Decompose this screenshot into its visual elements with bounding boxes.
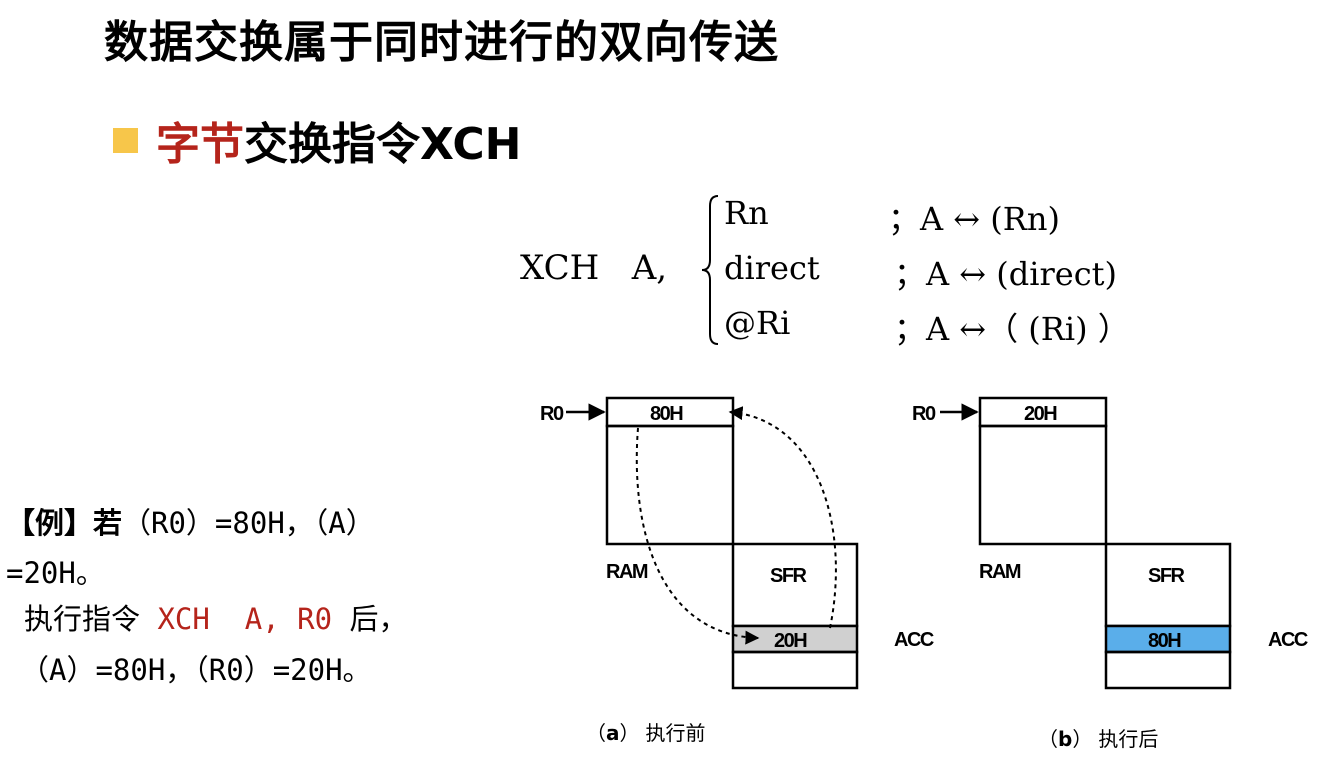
example-result: （A）=80H，（R0）=20H。: [20, 653, 372, 687]
acc-value: 80H: [1148, 630, 1181, 652]
operand-direct: direct: [724, 249, 820, 287]
example-condition: （R0）=80H，（A）: [122, 506, 375, 540]
sfr-lower-cell: [731, 650, 859, 690]
ram-label: RAM: [979, 561, 1021, 583]
acc-label: ACC: [894, 629, 934, 651]
brace-icon: [701, 195, 719, 345]
instruction-mnemonic: XCH A,: [520, 248, 668, 288]
exchange-diagram: R0 80H RAM SFR 20H ACC （a） 执行前 R0 20H RAM…: [540, 396, 1309, 751]
acc-label: ACC: [1268, 629, 1308, 651]
example-line-1: 【例】若（R0）=80H，（A）: [6, 500, 486, 542]
example-line-4: （A）=80H，（R0）=20H。: [20, 647, 500, 689]
operand-rn: Rn: [724, 194, 769, 232]
slide-subtitle: 字节交换指令XCH: [156, 108, 521, 172]
operand-ri: @Ri: [724, 304, 791, 342]
ram-block: [978, 424, 1108, 546]
exchange-arrow-to-ram: [728, 406, 837, 629]
sfr-label: SFR: [770, 565, 808, 587]
r0-pointer-label: R0: [540, 403, 564, 425]
caption-after: （b） 执行后: [1038, 727, 1158, 751]
bullet-square: [113, 128, 138, 153]
subtitle-rest: 交换指令XCH: [244, 119, 522, 170]
example-condition-cont: =20H。: [6, 556, 105, 590]
example-line-3: 执行指令 XCH A, R0 后，: [24, 596, 504, 638]
ram-cell-value: 80H: [650, 403, 683, 425]
description-rn: ；A ↔ (Rn): [888, 200, 1060, 238]
ram-cell-value: 20H: [1024, 403, 1057, 425]
description-direct: ；A ↔ (direct): [894, 255, 1117, 293]
ram-block: [605, 424, 735, 546]
example-exec-post: 后，: [332, 602, 408, 636]
example-line-2: =20H。: [6, 550, 486, 592]
diagram-after: R0 20H RAM SFR 80H ACC （b） 执行后: [912, 396, 1309, 751]
description-ri: ；A ↔（ (Ri) ）: [894, 310, 1130, 348]
sfr-label: SFR: [1148, 565, 1186, 587]
caption-before: （a） 执行前: [586, 721, 706, 745]
sfr-lower-cell: [1104, 650, 1232, 690]
diagram-before: R0 80H RAM SFR 20H ACC （a） 执行前: [540, 396, 935, 745]
slide-title: 数据交换属于同时进行的双向传送: [104, 17, 779, 68]
acc-value: 20H: [774, 630, 807, 652]
example-instruction: XCH A, R0: [157, 602, 333, 636]
exchange-arrow-to-acc: [635, 427, 760, 645]
ram-label: RAM: [606, 561, 648, 583]
subtitle-highlight: 字节: [156, 119, 244, 170]
example-exec-pre: 执行指令: [24, 602, 158, 636]
r0-pointer-label: R0: [912, 403, 936, 425]
example-label: 【例】若: [6, 506, 123, 540]
